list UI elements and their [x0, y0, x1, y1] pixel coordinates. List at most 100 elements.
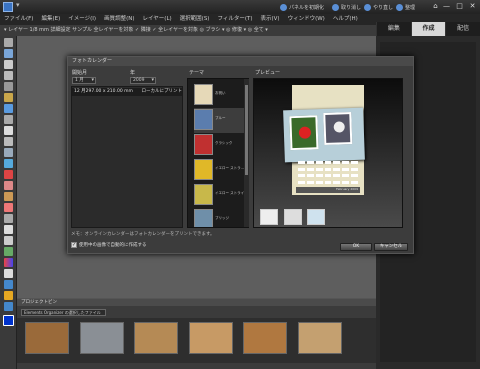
healing-brush-tool-icon[interactable]: [3, 181, 13, 190]
sponge-tool-icon[interactable]: [3, 291, 13, 300]
auto-create-checkbox[interactable]: ✓ 使用中の画像で自動的に作成する: [71, 242, 147, 248]
close-button[interactable]: ✕: [467, 1, 478, 12]
tab-create[interactable]: 作成: [410, 22, 446, 36]
calendar-preview: February 2009: [253, 78, 403, 228]
home-icon[interactable]: ⌂: [430, 1, 441, 12]
row-size: 297.00 x 210.00 mm: [85, 89, 133, 94]
menu-window[interactable]: ウィンドウ(W): [288, 14, 325, 25]
crop-tool-icon[interactable]: [3, 137, 13, 146]
menu-layer[interactable]: レイヤー(L): [142, 14, 171, 25]
project-bin-thumb[interactable]: [25, 322, 69, 354]
type-tool-icon[interactable]: [3, 126, 13, 135]
tool-panel: [0, 36, 17, 369]
notice-text: メモ：オンラインカレンダーはフォトカレンダーをプリントできます。: [71, 232, 215, 237]
zoom-tool-icon[interactable]: [3, 49, 13, 58]
menu-enhance[interactable]: 画質調整(N): [104, 14, 134, 25]
theme-name: お祝い: [215, 91, 226, 95]
eraser-tool-icon[interactable]: [3, 214, 13, 223]
project-bin-thumb[interactable]: [80, 322, 124, 354]
app-icon: [3, 2, 13, 12]
dialog-title: フォトカレンダー: [68, 57, 413, 66]
window-menu-arrow[interactable]: ▾: [16, 1, 20, 9]
reset-icon: [280, 3, 287, 11]
blur-tool-icon[interactable]: [3, 280, 13, 289]
menu-edit[interactable]: 編集(E): [41, 14, 60, 25]
list-item[interactable]: 12 月 297.00 x 210.00 mm ローカルにプリント: [72, 88, 182, 96]
dodge-tool-icon[interactable]: [3, 302, 13, 311]
cancel-button[interactable]: キャンセル: [374, 243, 408, 251]
organize-button[interactable]: 整理: [396, 1, 415, 13]
minimize-button[interactable]: —: [441, 1, 452, 12]
menu-file[interactable]: ファイル(F): [4, 14, 33, 25]
theme-scrollbar[interactable]: [244, 79, 249, 227]
undo-button[interactable]: 取り消し: [332, 1, 361, 13]
clone-stamp-tool-icon[interactable]: [3, 192, 13, 201]
theme-thumbnail: [194, 209, 213, 227]
maximize-button[interactable]: □: [454, 1, 465, 12]
theme-list: お祝い ブルー クラシック イエロー ストラ… イエロー ストライプ ブリッジ: [187, 78, 249, 228]
paint-bucket-tool-icon[interactable]: [3, 247, 13, 256]
checkbox-label: 使用中の画像で自動的に作成する: [79, 243, 147, 248]
project-bin: プロジェクトビン Elements Organizer の選択したファイル: [17, 298, 376, 369]
menu-filter[interactable]: フィルター(T): [217, 14, 252, 25]
preview-thumb-2[interactable]: [284, 209, 302, 225]
project-bin-thumb[interactable]: [134, 322, 178, 354]
theme-thumbnail: [194, 109, 213, 130]
project-bin-thumb[interactable]: [243, 322, 287, 354]
cookie-cutter-tool-icon[interactable]: [3, 159, 13, 168]
menu-view[interactable]: 表示(V): [261, 14, 280, 25]
reset-panels-button[interactable]: パネルを初期化: [280, 1, 324, 13]
mode-tabs: 編集 作成 配信: [376, 22, 480, 36]
theme-thumbnail: [194, 134, 213, 155]
start-month-select[interactable]: 1 月: [72, 77, 96, 84]
project-bin-source-select[interactable]: Elements Organizer の選択したファイル: [21, 309, 106, 316]
foreground-color-swatch[interactable]: [2, 315, 14, 326]
gradient-tool-icon[interactable]: [3, 258, 13, 267]
brush-select-tool-icon[interactable]: [3, 115, 13, 124]
menu-help[interactable]: ヘルプ(H): [333, 14, 358, 25]
smart-brush-tool-icon[interactable]: [3, 236, 13, 245]
redo-icon: [364, 3, 371, 11]
scrollbar-thumb[interactable]: [245, 85, 248, 175]
preview-thumb-3[interactable]: [307, 209, 325, 225]
marquee-tool-icon[interactable]: [3, 82, 13, 91]
pencil-tool-icon[interactable]: [3, 203, 13, 212]
theme-item[interactable]: ブリッジ: [194, 208, 244, 227]
menu-image[interactable]: イメージ(I): [68, 14, 96, 25]
calendar-date-grid: [298, 161, 358, 185]
shape-tool-icon[interactable]: [3, 269, 13, 278]
project-bin-thumb[interactable]: [298, 322, 342, 354]
hand-tool-icon[interactable]: [3, 60, 13, 69]
options-bar[interactable]: ▾ レイヤー 1/8 mm 詳細設定 サンプル 全レイヤーを対象 ✓ 隣接 ✓ …: [0, 25, 376, 36]
calendar-caption: February 2009: [336, 187, 358, 191]
redo-button[interactable]: やり直し: [364, 1, 393, 13]
red-eye-tool-icon[interactable]: [3, 170, 13, 179]
move-tool-icon[interactable]: [3, 38, 13, 47]
calendar-size-list: 12 月 297.00 x 210.00 mm ローカルにプリント: [71, 86, 183, 228]
title-bar: ▾ パネルを初期化 取り消し やり直し 整理 ⌂ — □ ✕: [0, 0, 480, 14]
lasso-tool-icon[interactable]: [3, 93, 13, 102]
project-bin-thumb[interactable]: [189, 322, 233, 354]
eyedropper-tool-icon[interactable]: [3, 71, 13, 80]
checkbox-box[interactable]: ✓: [71, 242, 77, 248]
menu-select[interactable]: 選択範囲(S): [180, 14, 210, 25]
magic-wand-tool-icon[interactable]: [3, 104, 13, 113]
theme-item-selected[interactable]: ブルー: [194, 108, 244, 133]
start-year-select[interactable]: 2009: [130, 77, 156, 84]
brush-tool-icon[interactable]: [3, 225, 13, 234]
ok-button[interactable]: OK: [340, 243, 372, 251]
photo-red-flower: [289, 115, 319, 151]
tab-edit[interactable]: 編集: [376, 22, 411, 36]
theme-item[interactable]: イエロー ストラ…: [194, 158, 244, 183]
theme-name: クラシック: [215, 141, 233, 145]
undo-icon: [332, 3, 339, 11]
preview-thumb-1[interactable]: [260, 209, 278, 225]
calendar-caption-strip: February 2009: [296, 187, 360, 193]
theme-item[interactable]: お祝い: [194, 83, 244, 108]
theme-item[interactable]: クラシック: [194, 133, 244, 158]
theme-item[interactable]: イエロー ストライプ: [194, 183, 248, 208]
recompose-tool-icon[interactable]: [3, 148, 13, 157]
tab-share[interactable]: 配信: [445, 22, 480, 36]
theme-label: テーマ: [189, 70, 205, 76]
calendar-photo-panel: [283, 107, 365, 163]
